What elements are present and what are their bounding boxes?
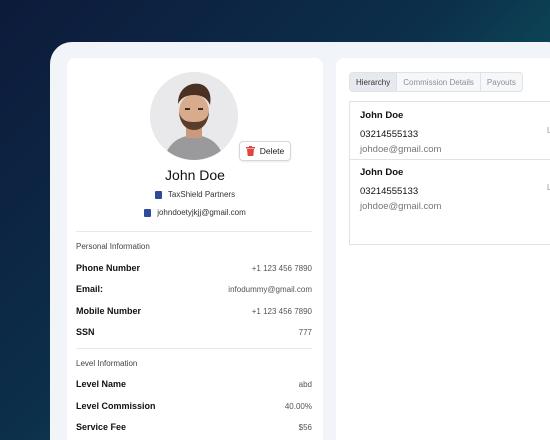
info-row-level-commission: Level Commission 40.00% bbox=[76, 401, 312, 411]
info-label: Service Fee bbox=[76, 422, 127, 432]
info-value: abd bbox=[298, 379, 312, 389]
list-item[interactable]: John Doe 03214555133 johdoe@gmail.com L bbox=[350, 159, 550, 216]
tab-hierarchy[interactable]: Hierarchy bbox=[350, 73, 398, 91]
info-value: +1 123 456 7890 bbox=[251, 306, 312, 316]
building-icon bbox=[154, 190, 162, 199]
divider bbox=[76, 231, 312, 232]
profile-email: johndoetyjkjj@gmail.com bbox=[157, 208, 246, 217]
tab-bar: Hierarchy Commission Details Payouts bbox=[349, 72, 523, 92]
info-value: 777 bbox=[298, 327, 312, 337]
profile-name: John Doe bbox=[165, 167, 225, 183]
info-label: Level Commission bbox=[76, 401, 156, 411]
company-name: TaxShield Partners bbox=[167, 190, 236, 199]
company-row: TaxShield Partners bbox=[67, 190, 323, 199]
info-label: Email: bbox=[76, 284, 104, 294]
info-label: SSN bbox=[76, 327, 95, 337]
info-row-level-name: Level Name abd bbox=[76, 379, 312, 389]
personal-info-title: Personal Information bbox=[76, 242, 150, 251]
info-label: Phone Number bbox=[76, 263, 141, 273]
member-email: johdoe@gmail.com bbox=[360, 201, 442, 212]
info-row-service-fee: Service Fee $56 bbox=[76, 422, 312, 432]
list-item[interactable]: John Doe 03214555133 johdoe@gmail.com L bbox=[350, 102, 550, 159]
member-name: John Doe bbox=[360, 167, 404, 178]
person-photo-icon bbox=[150, 72, 238, 160]
member-phone: 03214555133 bbox=[360, 186, 419, 197]
info-value: +1 123 456 7890 bbox=[251, 263, 312, 273]
member-phone: 03214555133 bbox=[360, 129, 419, 140]
delete-button[interactable]: Delete bbox=[239, 141, 291, 161]
delete-label: Delete bbox=[259, 146, 285, 156]
info-label: Level Name bbox=[76, 379, 127, 389]
info-row-ssn: SSN 777 bbox=[76, 327, 312, 337]
info-value: 40.00% bbox=[284, 401, 312, 411]
avatar bbox=[150, 72, 238, 160]
mail-icon bbox=[144, 208, 152, 217]
member-email: johdoe@gmail.com bbox=[360, 144, 442, 155]
level-info-title: Level Information bbox=[76, 359, 138, 368]
tab-payouts[interactable]: Payouts bbox=[481, 73, 522, 91]
info-row-mobile: Mobile Number +1 123 456 7890 bbox=[76, 306, 312, 316]
trash-icon bbox=[245, 146, 255, 156]
info-value: infodummy@gmail.com bbox=[228, 284, 312, 294]
info-label: Mobile Number bbox=[76, 306, 142, 316]
divider bbox=[76, 348, 312, 349]
hierarchy-list: John Doe 03214555133 johdoe@gmail.com L … bbox=[349, 101, 550, 245]
info-row-phone: Phone Number +1 123 456 7890 bbox=[76, 263, 312, 273]
info-value: $56 bbox=[298, 422, 312, 432]
member-name: John Doe bbox=[360, 110, 404, 121]
email-row: johndoetyjkjj@gmail.com bbox=[67, 208, 323, 217]
info-row-email: Email: infodummy@gmail.com bbox=[76, 284, 312, 294]
tab-commission-details[interactable]: Commission Details bbox=[397, 73, 481, 91]
